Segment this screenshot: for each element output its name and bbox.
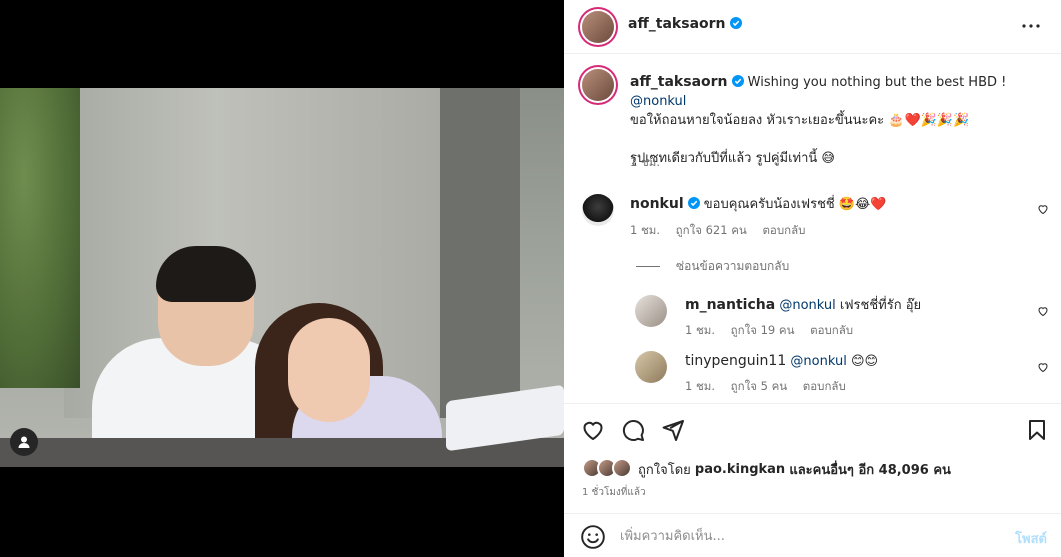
post-photo[interactable] [0,88,564,467]
reply-body: 😊😊 [850,354,879,369]
post-media [0,0,564,557]
reply-reply-button[interactable]: ตอบกลับ [803,379,846,393]
likes-summary: ถูกใจโดย pao.kingkan และคนอื่นๆ อีก 48,0… [582,458,951,480]
author-username[interactable]: aff_taksaorn [628,16,742,32]
caption-text: aff_taksaorn Wishing you nothing but the… [630,73,1040,168]
caption-avatar[interactable] [582,69,614,101]
likes-user[interactable]: pao.kingkan [695,462,785,477]
heart-icon[interactable] [581,418,605,442]
comment-text: nonkul ขอบคุณครับน้องเฟรชชี่ 🤩😂❤️ [630,195,886,214]
hide-replies-button[interactable]: ซ่อนข้อความตอบกลับ [636,257,789,276]
reply-username[interactable]: m_nanticha [685,297,775,313]
heart-icon[interactable] [1037,203,1049,215]
verified-icon [687,197,700,209]
share-icon[interactable] [661,418,685,442]
reply-meta: 1 ชม. ถูกใจ 5 คน ตอบกลับ [685,378,858,396]
post-header: aff_taksaorn [564,0,1061,54]
reply-mention[interactable]: @nonkul [779,298,835,313]
reply-avatar[interactable] [635,295,667,327]
reply-reply-button[interactable]: ตอบกลับ [810,323,853,337]
liker-avatars[interactable] [582,458,634,480]
heart-icon[interactable] [1037,361,1049,373]
reply-username[interactable]: tinypenguin11 [685,353,786,369]
caption-username[interactable]: aff_taksaorn [630,74,728,90]
reply-time[interactable]: 1 ชม. [685,379,715,393]
comment-username[interactable]: nonkul [630,196,684,212]
reply-avatar[interactable] [635,351,667,383]
caption-line3: รูปเซทเดียวกับปีที่แล้ว รูปคู่มีเท่านี้ … [630,151,835,166]
verified-icon [729,17,742,29]
reply-text: m_nanticha @nonkul เฟรชชี่ที่รัก อุ๊ย [685,296,921,315]
verified-icon [731,75,744,87]
add-comment-bar: โพสต์ [564,513,1061,557]
post-timestamp[interactable]: 1 ชั่วโมงที่แล้ว [582,485,646,500]
post-comment-button[interactable]: โพสต์ [1015,528,1047,549]
reply-text: tinypenguin11 @nonkul 😊😊 [685,352,878,371]
reply-mention[interactable]: @nonkul [790,354,846,369]
author-avatar[interactable] [582,11,614,43]
heart-icon[interactable] [1037,305,1049,317]
comment-time[interactable]: 1 ชม. [630,223,660,237]
comment-avatar[interactable] [582,194,614,226]
comment-icon[interactable] [621,418,645,442]
comment-meta: 1 ชม. ถูกใจ 621 คน ตอบกลับ [630,222,817,240]
reply-likes[interactable]: ถูกใจ 5 คน [731,379,787,393]
comment-input[interactable] [620,524,1000,548]
reply-body: เฟรชชี่ที่รัก อุ๊ย [839,298,922,313]
post-modal: aff_taksaorn aff_taksaorn Wishing you no… [0,0,1061,557]
user-tag-icon[interactable] [10,428,38,456]
caption-line2: ขอให้ถอนหายใจน้อยลง หัวเราะเยอะขึ้นนะคะ … [630,113,970,128]
comment-body: ขอบคุณครับน้องเฟรชชี่ 🤩😂❤️ [703,197,887,212]
more-icon[interactable] [1019,14,1043,38]
reply-time[interactable]: 1 ชม. [685,323,715,337]
comment-reply-button[interactable]: ตอบกลับ [762,223,805,237]
emoji-icon[interactable] [580,524,606,550]
reply-likes[interactable]: ถูกใจ 19 คน [731,323,795,337]
comment-likes[interactable]: ถูกใจ 621 คน [676,223,747,237]
caption-line1: Wishing you nothing but the best HBD ! [747,75,1007,90]
bookmark-icon[interactable] [1025,418,1049,442]
likes-others[interactable]: และคนอื่นๆ อีก 48,096 คน [789,459,951,480]
reply-meta: 1 ชม. ถูกใจ 19 คน ตอบกลับ [685,322,865,340]
action-bar [564,403,1061,455]
caption-mention[interactable]: @nonkul [630,94,686,109]
likes-prefix: ถูกใจโดย [638,462,691,478]
post-panel: aff_taksaorn aff_taksaorn Wishing you no… [564,0,1061,557]
caption-time[interactable]: 1 ชม. [630,154,660,172]
